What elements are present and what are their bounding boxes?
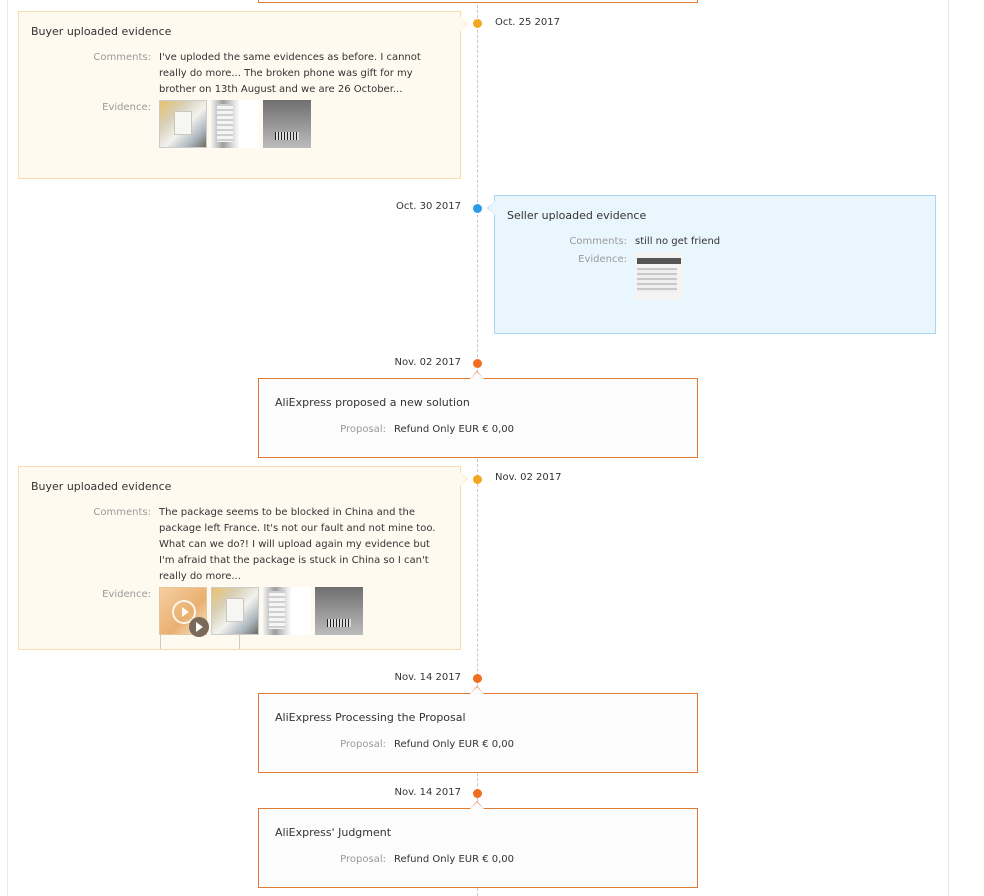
comments-text: The package seems to be blocked in China… <box>159 507 436 582</box>
evidence-row: Evidence: <box>507 252 923 300</box>
timeline-dot-system <box>473 674 482 683</box>
event-date: Nov. 02 2017 <box>394 357 461 368</box>
comments-row: Comments: still no get friend <box>507 234 923 250</box>
comments-label: Comments: <box>93 52 151 63</box>
video-evidence[interactable] <box>159 587 240 649</box>
receipt-photo-thumbnail[interactable] <box>263 587 311 635</box>
evidence-label: Evidence: <box>578 254 627 265</box>
event-title: Buyer uploaded evidence <box>31 480 172 493</box>
event-date: Nov. 14 2017 <box>394 787 461 798</box>
seller-evidence-card: Seller uploaded evidence Comments: still… <box>487 195 936 334</box>
play-button-icon[interactable] <box>189 617 209 637</box>
evidence-label: Evidence: <box>102 589 151 600</box>
proposal-row: Proposal: Refund Only EUR € 0,00 <box>275 852 681 868</box>
comments-row: Comments: I've uploded the same evidence… <box>31 50 448 98</box>
screenshot-thumbnail[interactable] <box>635 252 683 300</box>
timeline-dot-seller <box>473 204 482 213</box>
barcode-photo-thumbnail[interactable] <box>315 587 363 635</box>
comments-label: Comments: <box>569 236 627 247</box>
timeline-dot-system <box>473 359 482 368</box>
evidence-row: Evidence: <box>31 100 448 148</box>
video-frame-marks <box>160 635 240 649</box>
timeline-dot-buyer <box>473 19 482 28</box>
proposal-row: Proposal: Refund Only EUR € 0,00 <box>275 422 681 438</box>
event-date: Nov. 14 2017 <box>394 672 461 683</box>
proposal-row: Proposal: Refund Only EUR € 0,00 <box>275 737 681 753</box>
event-date: Oct. 25 2017 <box>495 17 560 28</box>
box-photo-thumbnail[interactable] <box>211 587 259 635</box>
proposal-label: Proposal: <box>340 424 386 435</box>
aliexpress-processing-card: AliExpress Processing the Proposal Propo… <box>258 686 698 773</box>
proposal-label: Proposal: <box>340 739 386 750</box>
comments-text: still no get friend <box>635 236 721 247</box>
event-date: Oct. 30 2017 <box>396 201 461 212</box>
timeline-dot-system <box>473 789 482 798</box>
evidence-label: Evidence: <box>102 102 151 113</box>
proposal-value: Refund Only EUR € 0,00 <box>394 424 515 435</box>
evidence-row: Evidence: <box>31 587 448 649</box>
receipt-photo-thumbnail[interactable] <box>211 100 259 148</box>
event-date: Nov. 02 2017 <box>495 472 562 483</box>
barcode-photo-thumbnail[interactable] <box>263 100 311 148</box>
event-title: Buyer uploaded evidence <box>31 25 172 38</box>
buyer-evidence-card: Buyer uploaded evidence Comments: The pa… <box>18 466 468 650</box>
proposal-value: Refund Only EUR € 0,00 <box>394 739 515 750</box>
aliexpress-judgment-card: AliExpress' Judgment Proposal: Refund On… <box>258 801 698 888</box>
box-photo-thumbnail[interactable] <box>159 100 207 148</box>
evidence-thumbnails <box>159 587 363 649</box>
aliexpress-proposal-card: AliExpress proposed a new solution Propo… <box>258 371 698 458</box>
buyer-evidence-card: Buyer uploaded evidence Comments: I've u… <box>18 11 468 179</box>
event-title: Seller uploaded evidence <box>507 209 647 222</box>
proposal-value: Refund Only EUR € 0,00 <box>394 854 515 865</box>
evidence-thumbnails <box>159 100 311 148</box>
comments-label: Comments: <box>93 507 151 518</box>
proposal-label: Proposal: <box>340 854 386 865</box>
event-title: AliExpress proposed a new solution <box>275 396 470 409</box>
comments-text: I've uploded the same evidences as befor… <box>159 52 421 95</box>
event-title: AliExpress Processing the Proposal <box>275 711 466 724</box>
evidence-thumbnails <box>635 252 683 300</box>
previous-event-card-edge <box>258 0 698 3</box>
event-title: AliExpress' Judgment <box>275 826 392 839</box>
timeline-dot-buyer <box>473 475 482 484</box>
comments-row: Comments: The package seems to be blocke… <box>31 505 448 585</box>
